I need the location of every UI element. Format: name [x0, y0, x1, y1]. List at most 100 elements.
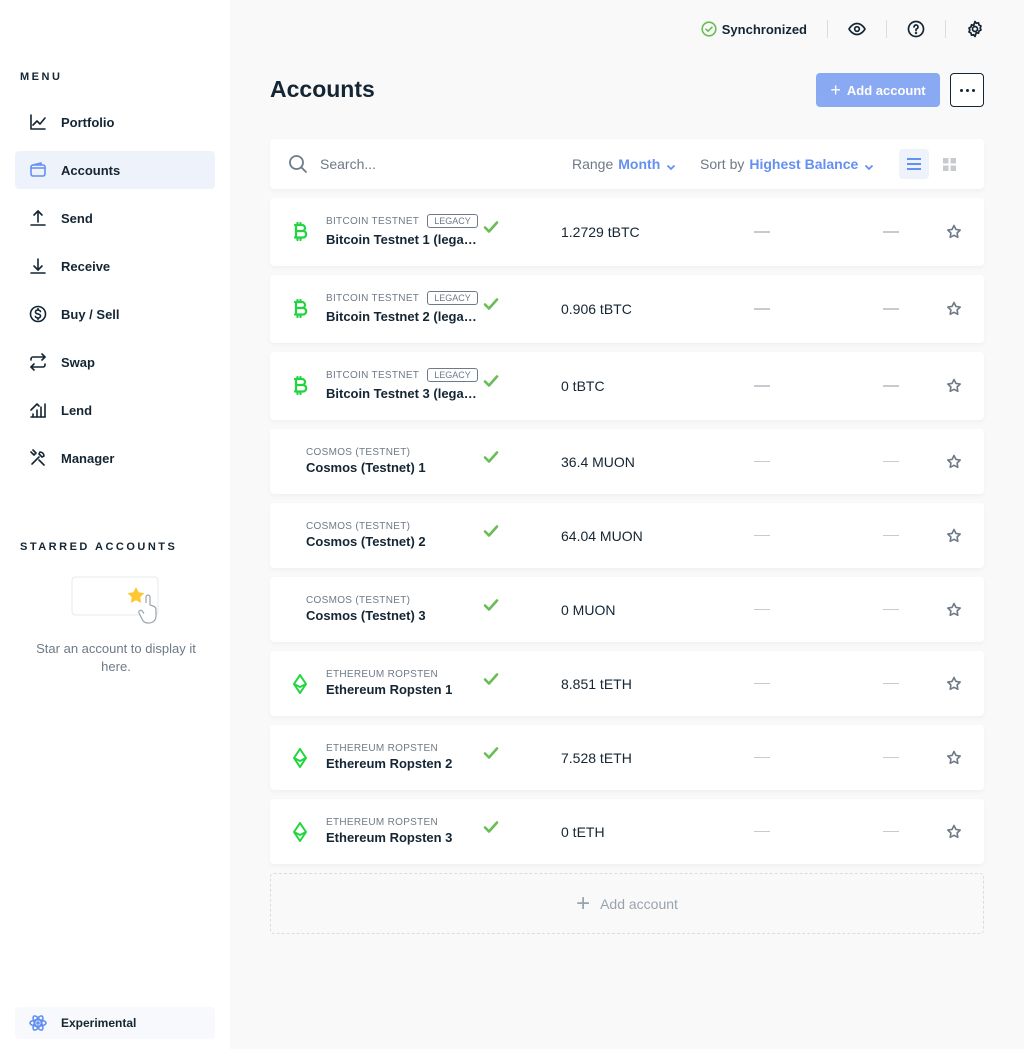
- list-view-button[interactable]: [899, 149, 929, 179]
- check-icon: [482, 448, 500, 466]
- send-arrow-up-icon: [28, 208, 48, 228]
- variation-placeholder: [883, 830, 899, 832]
- sidebar-item-label: Portfolio: [61, 114, 115, 130]
- range-dropdown[interactable]: Range Month: [572, 156, 676, 172]
- account-row[interactable]: BITCOIN TESTNET LEGACY Bitcoin Testnet 2 (…: [270, 275, 984, 343]
- bitcoin-icon: [290, 375, 310, 396]
- account-currency-row: COSMOS (TESTNET): [306, 521, 410, 532]
- account-currency: BITCOIN TESTNET: [326, 292, 420, 304]
- more-options-button[interactable]: [950, 73, 984, 107]
- range-label: Range: [572, 156, 614, 172]
- account-row[interactable]: ETHEREUM ROPSTEN Ethereum Ropsten 2 7.528 …: [270, 725, 984, 790]
- sync-label: Synchronized: [721, 21, 807, 37]
- divider: [886, 20, 887, 38]
- account-balance: 7.528 tETH: [561, 749, 632, 766]
- account-row[interactable]: BITCOIN TESTNET LEGACY Bitcoin Testnet 3 (…: [270, 352, 984, 420]
- countervalue-placeholder: [754, 460, 770, 462]
- grid-icon: [942, 157, 956, 171]
- sidebar-item-portfolio[interactable]: Portfolio: [15, 103, 215, 141]
- check-icon: [482, 596, 500, 614]
- starred-accounts-title: STARRED ACCOUNTS: [20, 541, 178, 553]
- add-account-row-label: Add account: [600, 895, 678, 912]
- filter-bar: Range Month Sort by Highest Balance: [270, 139, 984, 189]
- plus-icon: +: [576, 889, 591, 917]
- account-row[interactable]: BITCOIN TESTNET LEGACY Bitcoin Testnet 1 (…: [270, 198, 984, 266]
- star-icon[interactable]: [946, 602, 962, 618]
- account-currency-row: ETHEREUM ROPSTEN: [326, 817, 438, 828]
- wallet-icon: [28, 160, 48, 180]
- sidebar-item-label: Manager: [61, 450, 115, 466]
- chevron-down-icon: [666, 159, 676, 171]
- account-row[interactable]: ETHEREUM ROPSTEN Ethereum Ropsten 3 0 tETH: [270, 799, 984, 864]
- countervalue-placeholder: [754, 231, 770, 233]
- account-currency-row: COSMOS (TESTNET): [306, 595, 410, 606]
- sidebar-item-label: Buy / Sell: [61, 306, 120, 322]
- star-icon[interactable]: [946, 676, 962, 692]
- bitcoin-icon: [290, 221, 310, 242]
- lend-growth-icon: [28, 400, 48, 420]
- sidebar-item-send[interactable]: Send: [15, 199, 215, 237]
- search-input[interactable]: [320, 151, 550, 177]
- account-row[interactable]: ETHEREUM ROPSTEN Ethereum Ropsten 1 8.851 …: [270, 651, 984, 716]
- account-currency: ETHEREUM ROPSTEN: [326, 743, 439, 754]
- account-currency: BITCOIN TESTNET: [326, 369, 420, 381]
- sync-status[interactable]: Synchronized: [701, 21, 807, 37]
- sidebar-item-label: Lend: [61, 402, 93, 418]
- sidebar-item-buy-sell[interactable]: Buy / Sell: [15, 295, 215, 333]
- check-icon: [482, 218, 500, 236]
- variation-placeholder: [883, 682, 899, 684]
- sidebar-item-lend[interactable]: Lend: [15, 391, 215, 429]
- star-icon[interactable]: [946, 378, 962, 394]
- countervalue-placeholder: [754, 830, 770, 832]
- eye-icon[interactable]: [848, 20, 866, 38]
- account-currency-row: BITCOIN TESTNET LEGACY: [326, 368, 478, 382]
- countervalue-placeholder: [754, 385, 770, 387]
- sidebar-item-swap[interactable]: Swap: [15, 343, 215, 381]
- account-name: Cosmos (Testnet) 2: [306, 534, 426, 549]
- grid-view-button[interactable]: [939, 154, 959, 174]
- account-currency: BITCOIN TESTNET: [326, 215, 420, 227]
- star-icon[interactable]: [946, 454, 962, 470]
- star-icon[interactable]: [946, 824, 962, 840]
- star-icon[interactable]: [946, 224, 962, 240]
- variation-placeholder: [883, 534, 899, 536]
- starred-empty-text: Star an account to display it here.: [36, 641, 196, 674]
- list-icon: [907, 158, 921, 170]
- settings-icon[interactable]: [966, 20, 984, 38]
- account-row[interactable]: COSMOS (TESTNET) Cosmos (Testnet) 3 0 MUON: [270, 577, 984, 642]
- add-account-button[interactable]: + Add account: [816, 73, 940, 107]
- star-icon[interactable]: [946, 750, 962, 766]
- countervalue-placeholder: [754, 608, 770, 610]
- chevron-down-icon: [864, 159, 874, 171]
- sidebar-item-receive[interactable]: Receive: [15, 247, 215, 285]
- account-balance: 36.4 MUON: [561, 453, 635, 470]
- sidebar-item-manager[interactable]: Manager: [15, 439, 215, 477]
- account-row[interactable]: COSMOS (TESTNET) Cosmos (Testnet) 2 64.04 …: [270, 503, 984, 568]
- menu-title: MENU: [20, 71, 63, 83]
- account-currency: ETHEREUM ROPSTEN: [326, 817, 439, 828]
- sidebar-item-experimental[interactable]: Experimental: [15, 1007, 215, 1039]
- account-balance: 8.851 tETH: [561, 675, 632, 692]
- help-icon[interactable]: [907, 20, 925, 38]
- divider: [945, 20, 946, 38]
- legacy-badge: LEGACY: [427, 291, 478, 305]
- account-row[interactable]: COSMOS (TESTNET) Cosmos (Testnet) 1 36.4 M…: [270, 429, 984, 494]
- sort-dropdown[interactable]: Sort by Highest Balance: [700, 156, 874, 172]
- account-name: Ethereum Ropsten 1: [326, 682, 453, 697]
- page-title: Accounts: [270, 76, 375, 102]
- account-balance: 64.04 MUON: [561, 527, 643, 544]
- account-currency-row: BITCOIN TESTNET LEGACY: [326, 291, 478, 305]
- dot: [965, 88, 969, 92]
- account-balance: 1.2729 tBTC: [561, 224, 640, 240]
- sidebar-item-accounts[interactable]: Accounts: [15, 151, 215, 189]
- account-currency-row: ETHEREUM ROPSTEN: [326, 743, 438, 754]
- star-icon[interactable]: [946, 528, 962, 544]
- variation-placeholder: [883, 308, 899, 310]
- account-balance: 0.906 tBTC: [561, 301, 632, 317]
- add-account-row-button[interactable]: + Add account: [270, 873, 984, 934]
- dollar-coin-icon: [28, 304, 48, 324]
- star-icon[interactable]: [946, 301, 962, 317]
- account-currency-row: ETHEREUM ROPSTEN: [326, 669, 438, 680]
- account-currency: COSMOS (TESTNET): [306, 521, 411, 532]
- account-name: Ethereum Ropsten 2: [326, 756, 453, 771]
